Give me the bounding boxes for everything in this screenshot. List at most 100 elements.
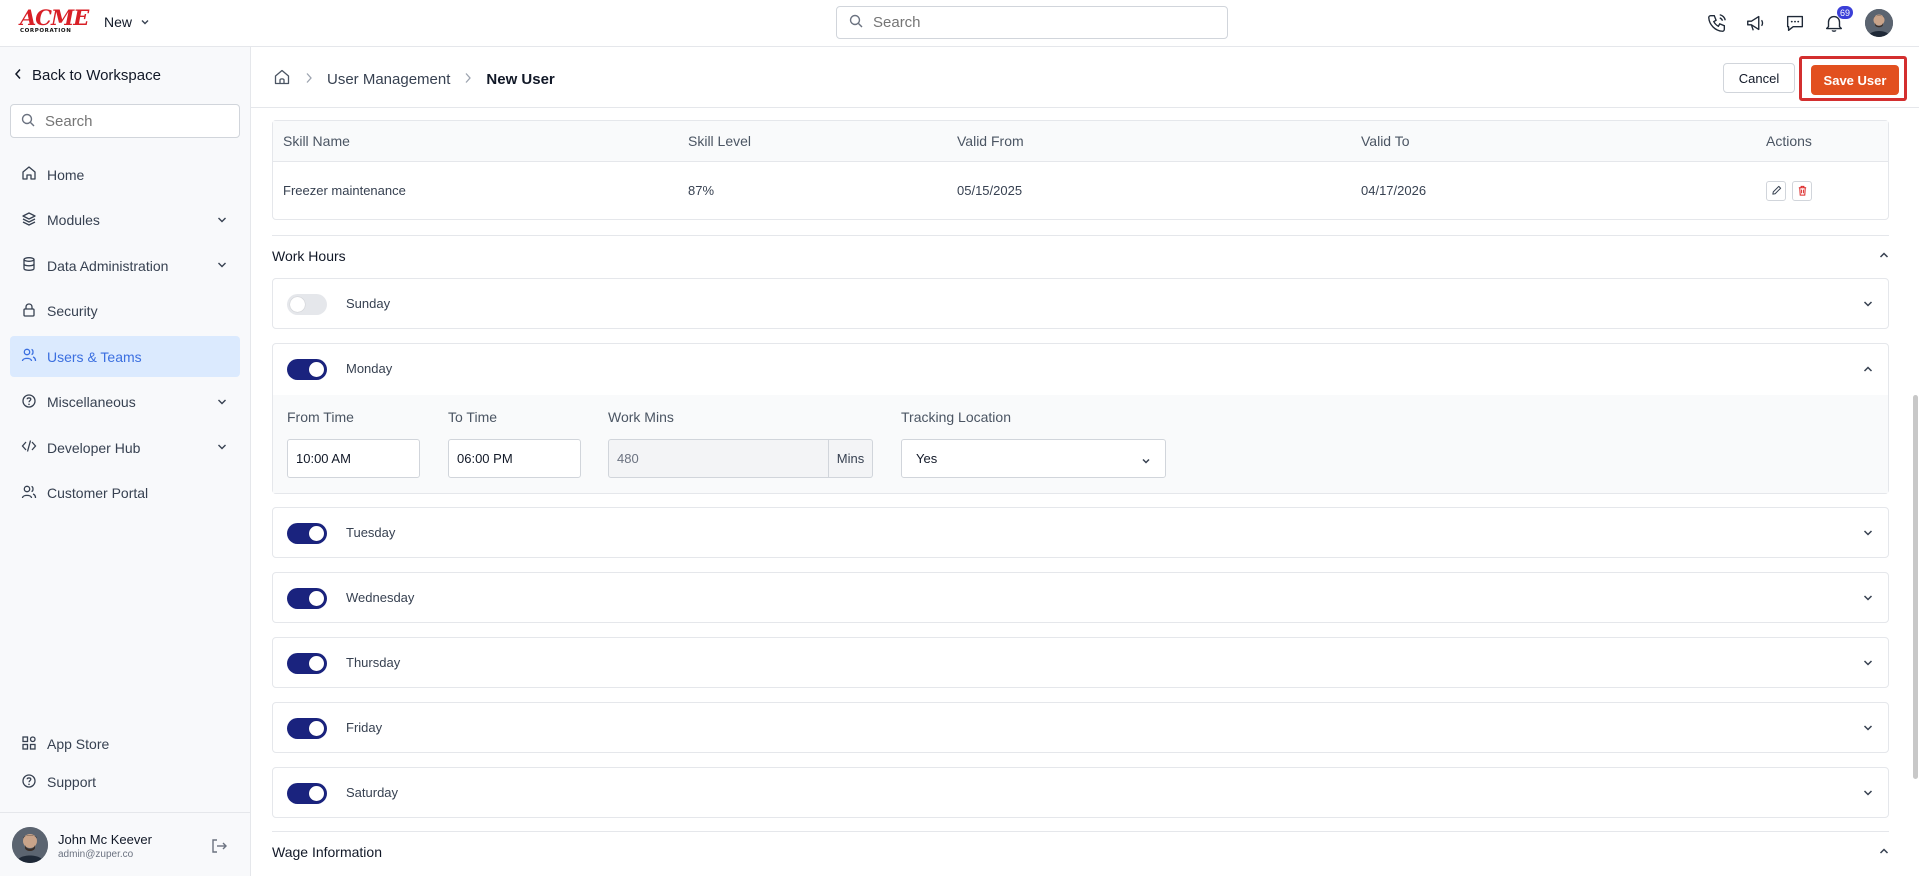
sidebar-item-customer-portal[interactable]: Customer Portal — [10, 473, 240, 514]
lock-icon — [21, 302, 37, 321]
breadcrumb-current: New User — [486, 70, 555, 88]
sidebar: Back to Workspace Home Modules Data Admi… — [0, 47, 251, 876]
monday-toggle[interactable] — [287, 359, 327, 380]
section-divider — [272, 235, 1889, 236]
day-card-wednesday: Wednesday — [272, 572, 1889, 623]
megaphone-icon[interactable] — [1744, 11, 1768, 35]
global-search-input[interactable] — [873, 14, 1213, 31]
top-icons: 69 — [1705, 6, 1893, 37]
scrollbar-thumb[interactable] — [1913, 395, 1918, 779]
user-email: admin@zuper.co — [58, 849, 134, 860]
chevron-down-icon[interactable] — [1862, 721, 1874, 737]
sidebar-item-support[interactable]: Support — [10, 765, 240, 799]
sidebar-item-label: Security — [47, 303, 98, 319]
day-card-saturday: Saturday — [272, 767, 1889, 818]
logout-icon[interactable] — [210, 837, 228, 858]
chevron-down-icon[interactable] — [1862, 786, 1874, 802]
sidebar-item-label: Home — [47, 166, 85, 183]
day-label: Thursday — [346, 655, 401, 670]
new-menu-label: New — [104, 14, 133, 30]
phone-icon[interactable] — [1705, 11, 1729, 35]
sidebar-nav: Home Modules Data Administration Securit… — [10, 154, 240, 518]
chevron-down-icon[interactable] — [1862, 591, 1874, 607]
sidebar-item-developer-hub[interactable]: Developer Hub — [10, 427, 240, 468]
day-label: Sunday — [346, 296, 391, 311]
save-button-highlight: Save User — [1799, 56, 1907, 101]
saturday-toggle[interactable] — [287, 783, 327, 804]
sidebar-item-home[interactable]: Home — [10, 154, 240, 195]
row-actions — [1766, 162, 1818, 219]
wednesday-toggle[interactable] — [287, 588, 327, 609]
sidebar-item-label: Support — [47, 774, 97, 790]
chevron-down-icon — [216, 213, 228, 229]
chevron-down-icon — [140, 14, 150, 30]
chevron-up-icon[interactable] — [1862, 362, 1874, 378]
friday-toggle[interactable] — [287, 718, 327, 739]
profile-avatar[interactable] — [1865, 9, 1893, 37]
tracking-location-select[interactable]: Yes — [901, 439, 1166, 478]
users-icon — [21, 484, 37, 503]
from-time-input[interactable] — [287, 439, 420, 478]
global-search[interactable] — [836, 6, 1228, 39]
sidebar-item-data-administration[interactable]: Data Administration — [10, 245, 240, 286]
notification-badge: 69 — [1836, 6, 1853, 19]
sidebar-item-security[interactable]: Security — [10, 291, 240, 332]
sidebar-item-modules[interactable]: Modules — [10, 200, 240, 241]
mins-unit-addon: Mins — [829, 439, 873, 478]
table-row: Freezer maintenance 87% 05/15/2025 04/17… — [273, 162, 1888, 219]
layers-icon — [21, 211, 37, 230]
chevron-down-icon[interactable] — [1862, 656, 1874, 672]
chevron-up-icon[interactable] — [1878, 844, 1890, 860]
chat-icon[interactable] — [1783, 11, 1807, 35]
breadcrumb: User Management New User — [273, 68, 555, 90]
cancel-button[interactable]: Cancel — [1723, 63, 1795, 93]
breadcrumb-user-management[interactable]: User Management — [327, 71, 450, 88]
column-header: Valid From — [957, 133, 1024, 149]
sidebar-item-label: Miscellaneous — [47, 394, 136, 410]
sidebar-bottom-nav: App Store Support — [10, 727, 240, 803]
day-card-tuesday: Tuesday — [272, 507, 1889, 558]
back-to-workspace-link[interactable]: Back to Workspace — [14, 67, 161, 84]
user-avatar[interactable] — [12, 827, 48, 863]
to-time-input[interactable] — [448, 439, 581, 478]
save-user-button[interactable]: Save User — [1811, 65, 1899, 95]
sidebar-search-input[interactable] — [45, 112, 235, 130]
chevron-down-icon[interactable] — [1862, 526, 1874, 542]
bell-icon[interactable]: 69 — [1822, 6, 1853, 35]
to-time-label: To Time — [448, 409, 498, 425]
valid-to-cell: 04/17/2026 — [1361, 183, 1427, 198]
sidebar-search[interactable] — [10, 104, 240, 138]
back-to-workspace-label: Back to Workspace — [32, 67, 161, 84]
chevron-down-icon — [216, 440, 228, 456]
top-bar: ACME CORPORATION New 69 — [0, 0, 1919, 47]
search-icon — [21, 113, 35, 130]
skill-level-cell: 87% — [688, 183, 715, 198]
table-header: Skill Name Skill Level Valid From Valid … — [273, 121, 1888, 162]
main-scrollbar — [1912, 109, 1919, 876]
new-menu-button[interactable]: New — [104, 14, 150, 30]
sidebar-item-label: Customer Portal — [47, 485, 149, 501]
sidebar-item-miscellaneous[interactable]: Miscellaneous — [10, 382, 240, 423]
users-icon — [21, 347, 37, 366]
column-header: Actions — [1766, 133, 1812, 149]
company-logo[interactable]: ACME CORPORATION — [20, 7, 89, 36]
trash-icon[interactable] — [1792, 180, 1812, 201]
user-name: John Mc Keever — [58, 832, 152, 847]
day-label: Monday — [346, 361, 393, 376]
day-card-thursday: Thursday — [272, 637, 1889, 688]
grid-icon — [21, 735, 37, 754]
sunday-toggle[interactable] — [287, 294, 327, 315]
chevron-right-icon — [464, 71, 472, 88]
day-card-friday: Friday — [272, 702, 1889, 753]
sidebar-item-users-teams[interactable]: Users & Teams — [10, 336, 240, 377]
edit-icon[interactable] — [1766, 180, 1786, 201]
home-icon[interactable] — [273, 68, 291, 90]
tuesday-toggle[interactable] — [287, 523, 327, 544]
sidebar-item-label: Modules — [47, 212, 100, 228]
column-header: Skill Name — [283, 133, 350, 149]
chevron-up-icon[interactable] — [1878, 248, 1890, 264]
tracking-location-value: Yes — [916, 451, 938, 466]
thursday-toggle[interactable] — [287, 653, 327, 674]
chevron-down-icon[interactable] — [1862, 297, 1874, 313]
sidebar-item-app-store[interactable]: App Store — [10, 727, 240, 761]
